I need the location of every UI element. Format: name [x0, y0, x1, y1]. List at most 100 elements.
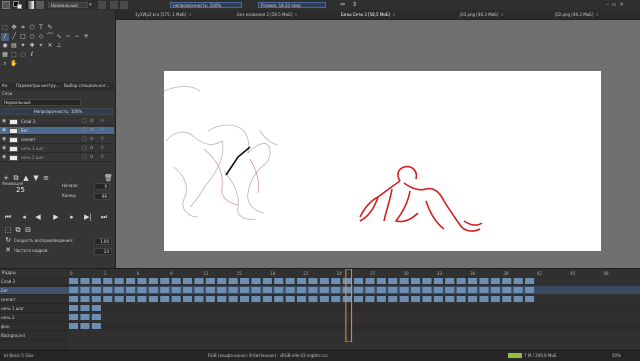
prev-keyframe-icon[interactable]: ◂ [20, 213, 28, 221]
measure-icon[interactable]: ⊥ [55, 42, 63, 50]
brush-icon[interactable]: / [1, 33, 9, 41]
layer-row[interactable]: ◉ скелет ▢ α ☼ [0, 136, 114, 144]
zoom-icon[interactable]: ⌕ [1, 60, 9, 68]
timeline-row-name[interactable]: Бег [0, 287, 68, 295]
lock-icon[interactable]: ▢ [82, 128, 87, 133]
reference-icon[interactable]: ▦ [1, 51, 9, 59]
pattern-icon[interactable] [36, 1, 44, 9]
eye-icon[interactable]: ◉ [2, 128, 7, 133]
tab-document-4[interactable]: j03.png [46,3 МиБ] × [460, 11, 530, 18]
timeline-row-name[interactable]: Слой 3 [0, 278, 68, 286]
duplicate-keyframe-icon[interactable]: ⧉ [14, 226, 22, 234]
transform-icon[interactable]: ⬚ [1, 24, 9, 32]
speed-field[interactable]: 24 [94, 248, 112, 255]
docker-tab-1[interactable]: Ко [2, 83, 7, 89]
timeline-row-name[interactable]: фон [0, 323, 68, 331]
close-icon[interactable]: × [294, 12, 297, 17]
window-controls[interactable]: –▫× [606, 1, 638, 9]
move-up-icon[interactable]: ▲ [22, 174, 30, 182]
loop-icon[interactable]: ↻ [4, 236, 12, 244]
dynamic-brush-icon[interactable]: ∽ [73, 33, 81, 41]
next-frame-icon[interactable]: ▸ [68, 213, 76, 221]
colorize-icon[interactable]: ✦ [19, 42, 27, 50]
next-keyframe-icon[interactable]: ▶| [84, 213, 92, 221]
eye-icon[interactable]: ◉ [2, 119, 7, 124]
lasso-icon[interactable]: ℓ [28, 51, 36, 59]
opacity-slider[interactable]: непрозрачность: 100% [170, 2, 242, 8]
timeline-row-name[interactable]: скелет [0, 296, 68, 304]
eye-icon[interactable]: ◉ [2, 155, 7, 160]
drop-frames-icon[interactable]: ✕ [4, 246, 12, 254]
start-field[interactable]: 0 [94, 183, 110, 190]
alpha-icon[interactable]: α [90, 137, 95, 142]
timeline-row-name[interactable]: ночь 2 [0, 314, 68, 322]
move-icon[interactable]: ✥ [10, 24, 18, 32]
alpha-icon[interactable]: α [90, 119, 95, 124]
lock-icon[interactable]: ▢ [82, 155, 87, 160]
tab-document-1[interactable]: 1y2Wp2.kra [575, 1 МиБ] × [135, 11, 215, 18]
remove-keyframe-icon[interactable]: ⊟ [24, 226, 32, 234]
eye-icon[interactable]: ◉ [2, 146, 7, 151]
first-frame-icon[interactable]: ⏮ [4, 213, 12, 221]
onion-skin-icon[interactable]: ☼ [100, 119, 105, 124]
eye-icon[interactable]: ◉ [2, 137, 7, 142]
close-icon[interactable]: × [500, 12, 503, 17]
ellipse-icon[interactable]: ○ [28, 33, 36, 41]
add-keyframe-icon[interactable]: ⬚ [4, 226, 12, 234]
layer-row[interactable]: ◉ Слой 3 ▢ α ☼ [0, 118, 114, 126]
pan-icon[interactable]: ✋ [10, 60, 18, 68]
onion-skin-icon[interactable]: ☼ [100, 155, 105, 160]
multibrush-icon[interactable]: ✳ [82, 33, 90, 41]
drawing-canvas[interactable] [164, 71, 601, 251]
text-icon[interactable]: T [37, 24, 45, 32]
background-color-swatch[interactable] [17, 4, 22, 9]
size-slider[interactable]: Размер: 18.33 пикс [258, 2, 326, 8]
play-icon[interactable]: ▶ [52, 213, 60, 221]
eraser-mode-icon[interactable] [98, 1, 106, 9]
alpha-icon[interactable]: α [90, 155, 95, 160]
onion-skin-icon[interactable]: ☼ [100, 146, 105, 151]
select-shapes-icon[interactable]: ⬡ [28, 24, 36, 32]
bezier-icon[interactable]: ∿ [55, 33, 63, 41]
mirror-horizontal-icon[interactable]: ⇔ [340, 1, 348, 9]
assistant-icon[interactable]: ✕ [46, 42, 54, 50]
tab-document-2[interactable]: Без названия 2 [58,5 МиБ] × [237, 11, 319, 18]
move-down-icon[interactable]: ▼ [32, 174, 40, 182]
layer-opacity-slider[interactable]: Непрозрачность: 100% [1, 108, 113, 115]
close-icon[interactable]: × [188, 12, 191, 17]
gradient-tool-icon[interactable]: ▤ [10, 42, 18, 50]
mirror-vertical-icon[interactable]: ⇕ [352, 1, 360, 9]
onion-skin-icon[interactable]: ☼ [100, 128, 105, 133]
alpha-lock-icon[interactable] [120, 1, 128, 9]
polygon-icon[interactable]: ◇ [37, 33, 45, 41]
alpha-icon[interactable]: α [90, 128, 95, 133]
timeline-row-name[interactable]: ночь 1 шаг [0, 305, 68, 313]
line-icon[interactable]: ╱ [10, 33, 18, 41]
fill-icon[interactable]: ◉ [1, 42, 9, 50]
status-zoom[interactable]: 50% [612, 352, 621, 360]
rectangle-icon[interactable]: □ [19, 33, 27, 41]
docker-tab-3[interactable]: Выбор специальног... [64, 83, 110, 89]
layer-blend-select[interactable]: Нормальный [1, 99, 81, 106]
tab-document-3[interactable]: Безы Сети 3 [58,5 МиБ] × [341, 11, 423, 18]
lock-icon[interactable]: ▢ [82, 146, 87, 151]
fps-field[interactable]: 1.00 [94, 238, 112, 245]
delete-layer-icon[interactable]: 🗑 [104, 174, 113, 182]
close-icon[interactable]: × [392, 12, 395, 17]
brush-preset-icon[interactable] [2, 1, 10, 9]
reload-preset-icon[interactable] [110, 1, 118, 9]
timeline-row-name[interactable]: Background [0, 332, 68, 340]
layer-row[interactable]: ◉ ночь 1 шаг ▢ α ☼ [0, 145, 114, 153]
layer-row[interactable]: ◉ ночь 2 шаг ▢ α ☼ [0, 154, 114, 162]
docker-tab-2[interactable]: Параметры инстру... [16, 83, 60, 89]
eyedropper-icon[interactable]: ⌖ [37, 42, 45, 50]
frame-number[interactable]: 25 [16, 186, 25, 195]
timeline-frame-grid[interactable]: 0 3 6 9 12 15 18 21 24 27 30 33 36 39 42 45 48 [68, 269, 640, 342]
layer-properties-icon[interactable]: ≡ [42, 174, 50, 182]
onion-skin-icon[interactable]: ☼ [100, 137, 105, 142]
gradient-icon[interactable] [26, 1, 34, 9]
polyline-icon[interactable]: ⌒ [46, 33, 54, 41]
smart-patch-icon[interactable]: ✚ [28, 42, 36, 50]
lock-icon[interactable]: ▢ [82, 119, 87, 124]
chevron-down-icon[interactable]: ▾ [89, 2, 95, 8]
